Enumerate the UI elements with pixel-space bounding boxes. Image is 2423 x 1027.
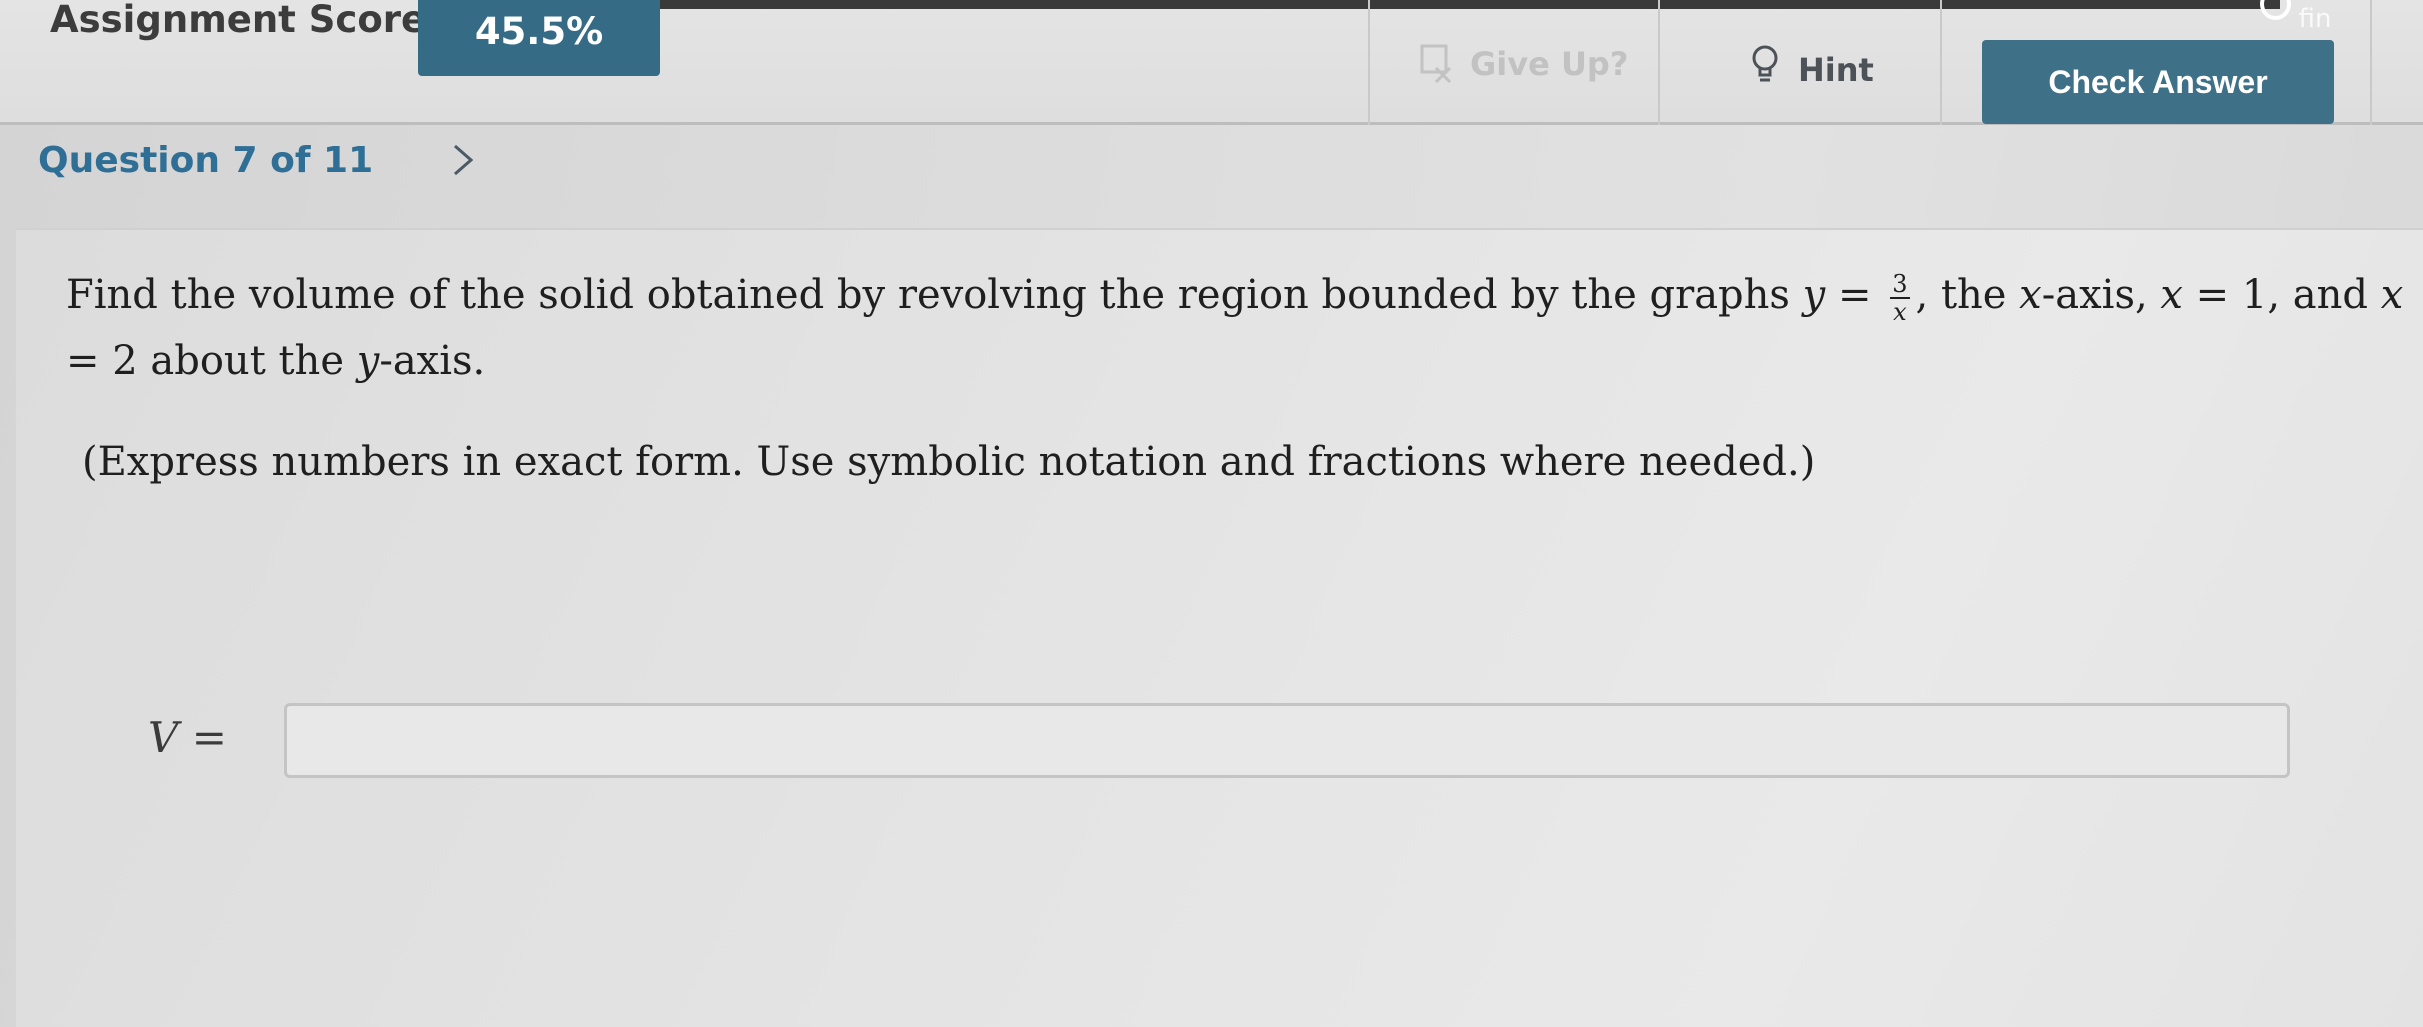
next-question-icon[interactable] (443, 140, 483, 180)
answer-equals: = (178, 713, 227, 762)
math-variable: x (2380, 272, 2404, 318)
hint-button[interactable]: Hint (1750, 40, 1874, 100)
math-equals: = (1825, 272, 1885, 318)
toolbar-divider (1368, 0, 1370, 125)
fraction: 3x (1890, 270, 1910, 326)
check-answer-button[interactable]: Check Answer (1982, 40, 2334, 124)
answer-input[interactable] (284, 703, 2290, 778)
problem-text: = 1, and (2182, 272, 2381, 318)
help-link[interactable]: How to fin (2260, 0, 2423, 34)
toolbar-divider (1940, 0, 1942, 125)
window-edge (520, 0, 2280, 9)
toolbar-divider (1658, 0, 1660, 125)
answer-label: V = (148, 708, 227, 768)
math-variable: y (1802, 272, 1826, 318)
assignment-score-label: Assignment Score: (50, 0, 441, 41)
question-counter: Question 7 of 11 (38, 139, 374, 181)
lightbulb-icon (1750, 44, 1780, 96)
problem-statement: Find the volume of the solid obtained by… (66, 262, 2406, 394)
problem-text: Find the volume of the solid obtained by… (66, 272, 1803, 318)
question-navigator: Question 7 of 11 (38, 139, 483, 181)
assignment-score-badge: 45.5% (418, 0, 660, 76)
fraction-numerator: 3 (1890, 270, 1910, 299)
give-up-icon (1420, 44, 1454, 84)
help-link-label: How to fin (2298, 0, 2390, 34)
hint-label: Hint (1798, 51, 1874, 89)
fraction-denominator: x (1893, 298, 1907, 326)
problem-text: -axis, (2041, 272, 2161, 318)
answer-instruction: (Express numbers in exact form. Use symb… (82, 439, 1816, 485)
help-icon (2260, 0, 2291, 20)
math-variable: y (356, 338, 380, 384)
give-up-button[interactable]: Give Up? (1420, 34, 1628, 94)
top-toolbar: Assignment Score: 45.5% Give Up? Hint Ch… (0, 0, 2423, 125)
give-up-label: Give Up? (1470, 45, 1629, 83)
problem-text: , the (1915, 272, 2020, 318)
math-variable: x (2160, 272, 2183, 318)
problem-text: -axis. (379, 338, 486, 384)
answer-variable: V (148, 713, 179, 762)
problem-text: = 2 about the (66, 338, 357, 384)
math-variable: x (2019, 272, 2042, 318)
assignment-page: Assignment Score: 45.5% Give Up? Hint Ch… (0, 0, 2423, 1027)
